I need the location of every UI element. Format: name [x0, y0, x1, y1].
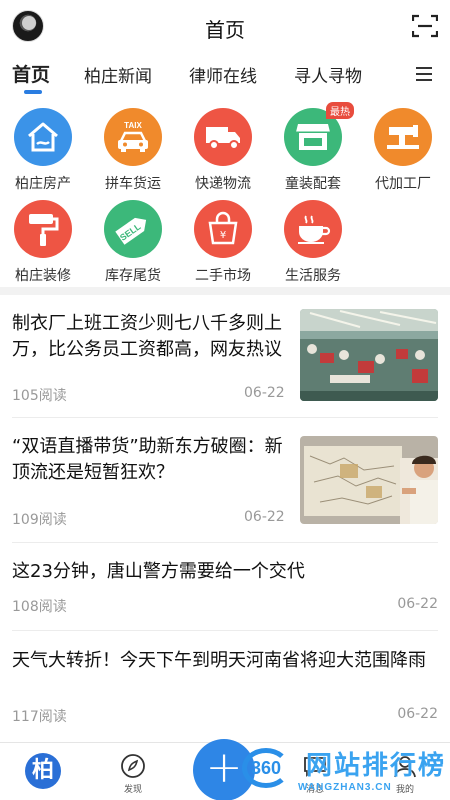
bottom-navigation: 柏 发现 + 消息 我的	[0, 739, 450, 800]
tab-lost-and-found[interactable]: 寻人寻物	[294, 62, 362, 87]
category-label: 柏庄房产	[15, 176, 71, 192]
news-item[interactable]: 制衣厂上班工资少则七八千多则上万，比公务员工资都高，网友热议 105阅读 06-…	[0, 295, 450, 417]
nav-home[interactable]: 柏	[25, 753, 61, 789]
shop-icon: 最热	[284, 102, 354, 166]
home-logo-icon: 柏	[25, 753, 61, 789]
house-icon	[14, 108, 72, 166]
nav-profile[interactable]: 我的	[390, 753, 420, 795]
category-baizhuang-property[interactable]: 柏庄房产	[0, 108, 88, 193]
news-thumbnail	[300, 436, 438, 524]
tab-baizhuang-news[interactable]: 柏庄新闻	[84, 62, 152, 87]
news-title: 制衣厂上班工资少则七八千多则上万，比公务员工资都高，网友热议	[12, 313, 282, 360]
hot-badge: 最热	[326, 102, 354, 119]
compass-icon	[121, 754, 145, 778]
category-kids-clothing[interactable]: 最热 童装配套	[268, 102, 358, 193]
category-label: 生活服务	[285, 268, 341, 284]
news-read-count: 117阅读	[12, 709, 67, 725]
nav-discover[interactable]: 发现	[118, 753, 148, 795]
page-title: 首页	[205, 18, 245, 42]
active-tab-indicator	[24, 90, 42, 94]
nav-messages[interactable]: 消息	[300, 753, 330, 795]
category-label: 库存尾货	[105, 268, 161, 284]
category-oem-factory[interactable]: 代加工厂	[358, 108, 448, 193]
category-label: 柏庄装修	[15, 268, 71, 284]
nav-messages-label: 消息	[305, 785, 324, 795]
category-label: 拼车货运	[105, 176, 161, 192]
category-label: 代加工厂	[375, 176, 431, 192]
sewing-machine-icon	[374, 108, 432, 166]
section-divider	[0, 287, 450, 295]
svg-text:¥: ¥	[220, 230, 226, 241]
news-item[interactable]: 这23分钟，唐山警方需要给一个交代 108阅读 06-22	[0, 543, 450, 629]
news-title: 这23分钟，唐山警方需要给一个交代	[12, 561, 305, 582]
user-icon	[394, 756, 416, 778]
publish-plus-button[interactable]: +	[193, 739, 255, 800]
channel-menu-icon[interactable]	[416, 67, 432, 81]
nav-profile-label: 我的	[395, 785, 414, 795]
tab-lawyer-online[interactable]: 律师在线	[189, 62, 257, 87]
category-express-logistics[interactable]: 快递物流	[178, 108, 268, 193]
news-date: 06-22	[244, 385, 285, 401]
shopping-bag-icon: ¥	[194, 200, 252, 258]
paint-roller-icon	[14, 200, 72, 258]
sell-tag-icon: SELL	[104, 200, 162, 258]
top-header: 首页	[0, 0, 450, 52]
channel-tabs: 首页 柏庄新闻 律师在线 寻人寻物	[0, 58, 450, 94]
category-label: 快递物流	[195, 176, 251, 192]
taxi-icon: TAIX	[104, 108, 162, 166]
category-inventory-clearance[interactable]: SELL 库存尾货	[88, 200, 178, 285]
coffee-cup-icon	[284, 200, 342, 258]
svg-text:TAIX: TAIX	[124, 121, 142, 130]
news-date: 06-22	[397, 596, 438, 612]
news-item[interactable]: 天气大转折！今天下午到明天河南省将迎大范围降雨 117阅读 06-22	[0, 631, 450, 741]
category-baizhuang-renovation[interactable]: 柏庄装修	[0, 200, 88, 285]
news-title: “双语直播带货”助新东方破圈：新顶流还是短暂狂欢？	[12, 436, 283, 483]
scan-icon[interactable]	[412, 14, 438, 38]
nav-discover-label: 发现	[123, 785, 142, 795]
message-icon	[304, 757, 326, 777]
news-read-count: 105阅读	[12, 388, 67, 404]
category-life-services[interactable]: 生活服务	[268, 200, 358, 285]
category-label: 童装配套	[285, 176, 341, 192]
news-thumbnail	[300, 309, 438, 401]
truck-icon	[194, 108, 252, 166]
category-carpool-freight[interactable]: TAIX 拼车货运	[88, 108, 178, 193]
news-read-count: 108阅读	[12, 599, 67, 615]
category-label: 二手市场	[195, 268, 251, 284]
tab-home[interactable]: 首页	[12, 60, 50, 87]
news-item[interactable]: “双语直播带货”助新东方破圈：新顶流还是短暂狂欢？ 109阅读 06-22	[0, 418, 450, 542]
news-date: 06-22	[244, 509, 285, 525]
news-read-count: 109阅读	[12, 512, 67, 528]
news-title: 天气大转折！今天下午到明天河南省将迎大范围降雨	[12, 650, 426, 671]
news-date: 06-22	[397, 706, 438, 722]
category-second-hand-market[interactable]: ¥ 二手市场	[178, 200, 268, 285]
